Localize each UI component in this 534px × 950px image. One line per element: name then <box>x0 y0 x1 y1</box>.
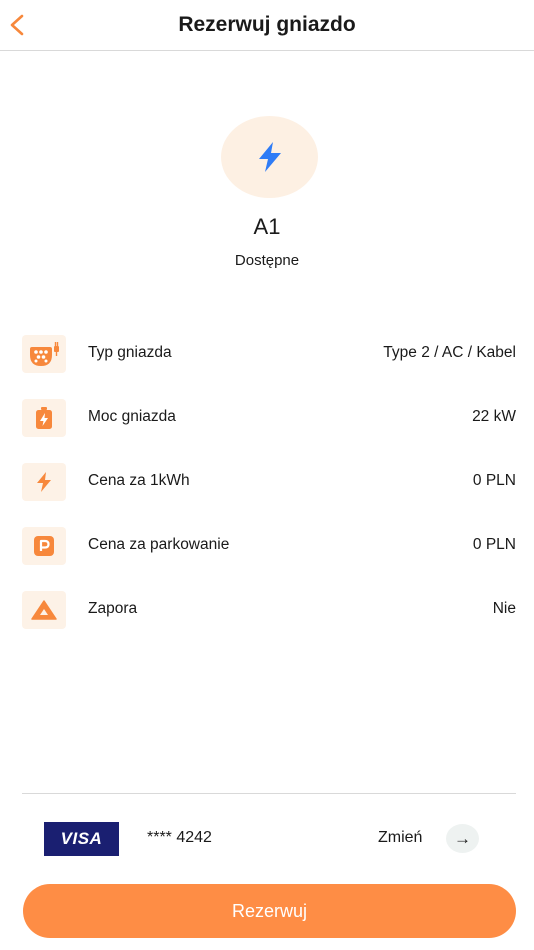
barrier-triangle-icon <box>22 591 66 629</box>
parking-icon <box>22 527 66 565</box>
reserve-button[interactable]: Rezerwuj <box>23 884 516 938</box>
detail-value: 0 PLN <box>472 536 516 553</box>
detail-value: 22 kW <box>472 408 516 425</box>
arrow-right-icon: → <box>454 828 471 848</box>
station-id: A1 <box>253 214 281 239</box>
station-icon-badge <box>221 116 318 198</box>
lightning-icon <box>258 142 281 172</box>
lightning-icon <box>22 463 66 501</box>
detail-label: Moc gniazda <box>88 408 176 425</box>
top-bar: Rezerwuj gniazdo <box>0 0 534 51</box>
visa-card-logo: VISA <box>44 822 119 856</box>
detail-value: 0 PLN <box>472 472 516 489</box>
detail-row-parking-price: Cena za parkowanie 0 PLN <box>22 527 516 565</box>
detail-row-connector-type: Typ gniazda Type 2 / AC / Kabel <box>22 335 516 373</box>
detail-row-barrier: Zapora Nie <box>22 591 516 629</box>
battery-charge-icon <box>22 399 66 437</box>
detail-value: Nie <box>492 600 516 617</box>
detail-row-power: Moc gniazda 22 kW <box>22 399 516 437</box>
divider <box>22 793 516 794</box>
detail-row-price-kwh: Cena za 1kWh 0 PLN <box>22 463 516 501</box>
detail-label: Cena za 1kWh <box>88 472 190 489</box>
station-status: Dostępne <box>234 252 300 269</box>
detail-value: Type 2 / AC / Kabel <box>383 344 516 361</box>
change-payment-link[interactable]: Zmień <box>378 829 422 847</box>
detail-label: Zapora <box>88 600 138 617</box>
page-title: Rezerwuj gniazdo <box>178 13 356 36</box>
card-number: **** 4242 <box>147 829 212 846</box>
connector-plug-icon <box>22 335 66 373</box>
change-payment-button[interactable]: → <box>446 824 479 853</box>
detail-label: Typ gniazda <box>88 344 172 361</box>
detail-label: Cena za parkowanie <box>88 536 230 553</box>
